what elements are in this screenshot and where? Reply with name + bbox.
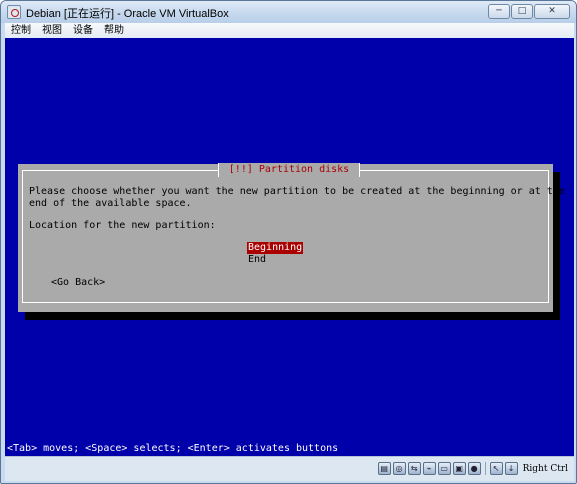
device-tray: ▤ ◎ ⇆ ⌁ ▭ ▣ ● ↖ ↓ Right Ctrl (377, 462, 568, 475)
dialog-title: [!!] Partition disks (218, 163, 360, 177)
window-title: Debian [正在运行] - Oracle VM VirtualBox (26, 8, 229, 20)
option-end[interactable]: End (247, 254, 267, 266)
location-question: Location for the new partition: (29, 220, 216, 231)
status-separator (484, 462, 486, 475)
network-icon[interactable]: ⇆ (407, 462, 421, 475)
menu-view[interactable]: 视图 (42, 23, 62, 38)
hard-disk-icon[interactable]: ▤ (377, 462, 391, 475)
virtualbox-app-icon[interactable] (7, 5, 21, 19)
video-capture-icon[interactable]: ● (467, 462, 481, 475)
keyboard-capture-icon[interactable]: ↓ (504, 462, 518, 475)
menu-bar: 控制 视图 设备 帮助 (5, 23, 574, 38)
display-icon[interactable]: ▣ (452, 462, 466, 475)
prompt-line-1: Please choose whether you want the new p… (29, 186, 565, 197)
mouse-integration-icon[interactable]: ↖ (489, 462, 503, 475)
close-button[interactable]: ✕ (534, 4, 570, 19)
usb-icon[interactable]: ⌁ (422, 462, 436, 475)
menu-devices[interactable]: 设备 (73, 23, 93, 38)
menu-help[interactable]: 帮助 (104, 23, 124, 38)
title-bar[interactable]: Debian [正在运行] - Oracle VM VirtualBox ─ □… (1, 1, 576, 23)
minimize-button[interactable]: ─ (488, 4, 510, 19)
keyboard-help-line: <Tab> moves; <Space> selects; <Enter> ac… (7, 443, 339, 454)
virtualbox-window: Debian [正在运行] - Oracle VM VirtualBox ─ □… (0, 0, 577, 484)
shared-folder-icon[interactable]: ▭ (437, 462, 451, 475)
prompt-line-2: end of the available space. (29, 198, 192, 209)
menu-control[interactable]: 控制 (11, 23, 31, 38)
window-controls: ─ □ ✕ (488, 4, 570, 19)
maximize-button[interactable]: □ (511, 4, 533, 19)
optical-disc-icon[interactable]: ◎ (392, 462, 406, 475)
option-beginning[interactable]: Beginning (247, 242, 304, 254)
host-key-label: Right Ctrl (522, 463, 568, 474)
vm-guest-screen[interactable]: [!!] Partition disks Please choose wheth… (5, 38, 574, 456)
vm-status-bar: ▤ ◎ ⇆ ⌁ ▭ ▣ ● ↖ ↓ Right Ctrl (5, 456, 574, 481)
go-back-button[interactable]: <Go Back> (51, 277, 105, 289)
partition-dialog: [!!] Partition disks Please choose wheth… (18, 163, 565, 312)
